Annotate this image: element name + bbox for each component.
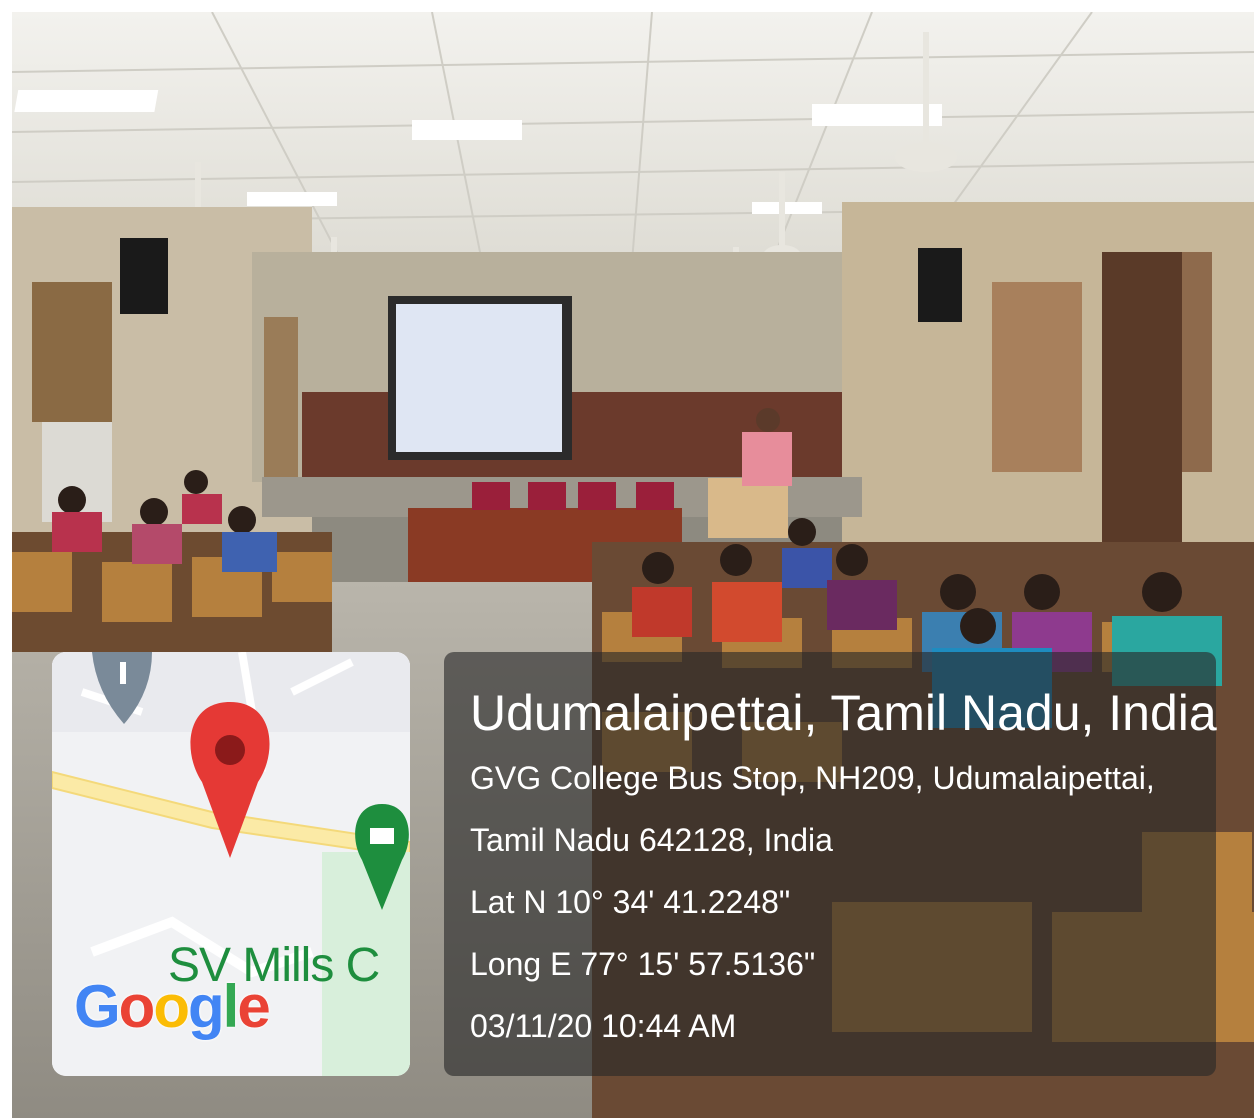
right-speaker (918, 248, 962, 322)
google-logo-letter: g (187, 973, 225, 1040)
address-line-2: Tamil Nadu 642128, India (470, 822, 833, 858)
podium (708, 478, 788, 538)
left-speaker (120, 238, 168, 314)
longitude-readout: Long E 77° 15' 57.5136" (470, 946, 816, 982)
address-line-1: GVG College Bus Stop, NH209, Udumalaipet… (470, 760, 1155, 796)
left-window (32, 282, 112, 422)
projector-screen (396, 304, 562, 452)
location-title: Udumalaipettai, Tamil Nadu, India (470, 685, 1217, 741)
timestamp: 03/11/20 10:44 AM (470, 1008, 737, 1044)
photo-frame: SV Mills C Google Udumalaipettai, Tamil … (0, 0, 1254, 1118)
google-logo-letter: o (153, 973, 190, 1040)
google-logo-letter: l (222, 973, 240, 1040)
google-logo-letter: G (74, 973, 121, 1040)
presenter-head (756, 408, 780, 432)
presenter-shirt (742, 432, 792, 486)
google-logo-letter: o (118, 973, 156, 1040)
google-logo-letter: e (237, 973, 270, 1040)
latitude-readout: Lat N 10° 34' 41.2248" (470, 884, 791, 920)
google-logo: Google (74, 972, 271, 1041)
